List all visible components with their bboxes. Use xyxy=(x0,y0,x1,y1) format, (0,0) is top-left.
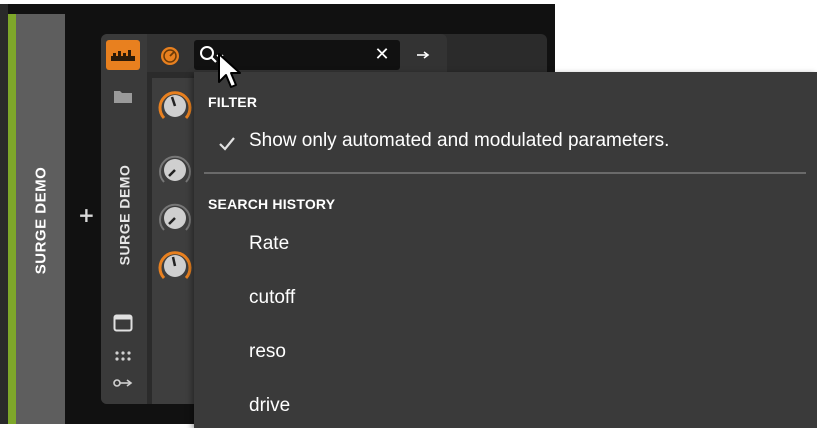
divider xyxy=(204,172,806,174)
history-item[interactable]: drive xyxy=(249,395,290,417)
arrow-right-icon[interactable] xyxy=(408,42,438,68)
parameter-knob[interactable] xyxy=(156,86,194,124)
search-history-header: SEARCH HISTORY xyxy=(208,196,336,212)
keyboard-icon xyxy=(111,50,135,61)
modulation-toggle-button[interactable] xyxy=(156,42,184,70)
history-item[interactable]: cutoff xyxy=(249,287,295,309)
window-icon[interactable] xyxy=(112,314,134,332)
track-name-label: SURGE DEMO xyxy=(32,166,50,274)
parameter-column xyxy=(152,78,194,404)
filter-option-automated[interactable]: Show only automated and modulated parame… xyxy=(249,130,669,152)
mouse-cursor-icon xyxy=(218,53,241,88)
grid-dots-icon[interactable] xyxy=(112,347,134,365)
clear-search-icon[interactable]: ✕ xyxy=(370,42,394,66)
device-name-label: SURGE DEMO xyxy=(116,164,132,266)
device-title: SURGE DEMO xyxy=(101,140,147,290)
track-title: SURGE DEMO xyxy=(16,150,65,290)
checkmark-icon xyxy=(216,132,238,154)
remote-controls-toggle[interactable] xyxy=(106,40,140,70)
modulator-route-icon[interactable] xyxy=(112,374,134,392)
track-color-bar xyxy=(8,14,16,424)
parameter-knob[interactable] xyxy=(156,198,194,236)
search-input[interactable] xyxy=(225,44,365,66)
parameter-knob[interactable] xyxy=(156,150,194,188)
folder-icon[interactable] xyxy=(112,87,134,105)
history-item[interactable]: reso xyxy=(249,341,286,363)
modulation-icon xyxy=(161,47,179,65)
app-window: SURGE DEMO + SURGE DEMO ✕ FILTER Show on… xyxy=(0,0,817,428)
add-device-button[interactable]: + xyxy=(78,205,95,225)
parameter-knob[interactable] xyxy=(156,246,194,284)
filter-header: FILTER xyxy=(208,94,258,110)
left-edge xyxy=(0,4,8,424)
history-item[interactable]: Rate xyxy=(249,233,289,255)
